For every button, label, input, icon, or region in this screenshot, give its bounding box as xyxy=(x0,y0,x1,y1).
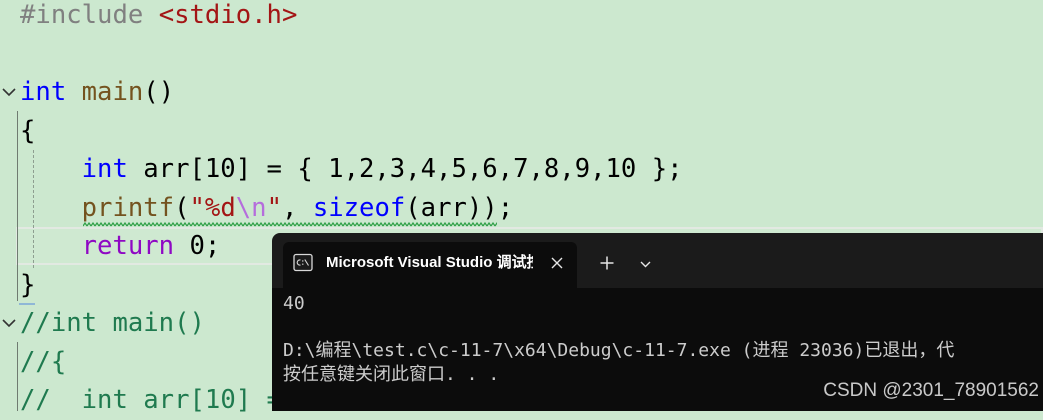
function-name-main: main xyxy=(81,77,144,107)
comment: //{ xyxy=(20,346,67,377)
sizeof-argument: (arr)); xyxy=(405,192,514,223)
plus-icon[interactable] xyxy=(600,256,614,270)
terminal-tab-bar: Microsoft Visual Studio 调试控 xyxy=(272,233,1043,288)
fold-guide-comment xyxy=(17,342,18,411)
keyword-int: int xyxy=(20,77,82,107)
escape-sequence: \n xyxy=(235,192,267,223)
include-header: <stdio.h> xyxy=(158,0,298,30)
comment: //int main() xyxy=(20,308,205,338)
open-brace: { xyxy=(20,115,36,146)
code-line-printf[interactable]: printf("%d\n", sizeof(arr)); xyxy=(20,189,683,228)
tab-title: Microsoft Visual Studio 调试控 xyxy=(326,254,533,271)
fold-guide-main xyxy=(17,111,18,301)
array-declaration: arr[10] = { 1,2,3,4,5,6,7,8,9,10 }; xyxy=(143,154,683,184)
close-brace: } xyxy=(20,269,36,300)
chevron-down-icon[interactable] xyxy=(640,261,651,268)
code-line-blank[interactable] xyxy=(20,35,683,74)
function-name-printf: printf xyxy=(81,192,175,223)
keyword-sizeof: sizeof xyxy=(312,192,406,223)
close-icon[interactable] xyxy=(551,257,563,269)
watermark: CSDN @2301_78901562 xyxy=(823,380,1039,401)
terminal-icon xyxy=(293,253,313,272)
close-prompt: 按任意键关闭此窗口. . . xyxy=(283,363,500,385)
keyword-int: int xyxy=(81,154,144,184)
format-string: "%d xyxy=(189,192,236,223)
program-output: 40 xyxy=(283,293,305,314)
keyword-return: return xyxy=(81,231,190,261)
fold-chevron-icon[interactable] xyxy=(2,88,16,97)
return-value: 0; xyxy=(189,231,221,261)
terminal-tab[interactable]: Microsoft Visual Studio 调试控 xyxy=(283,242,577,288)
string-end-quote: " xyxy=(266,192,282,223)
open-paren: ( xyxy=(174,192,190,223)
fold-chevron-icon[interactable] xyxy=(2,319,16,328)
preprocessor-directive: #include xyxy=(20,0,159,30)
code-line-include[interactable]: #include <stdio.h> xyxy=(20,0,683,35)
code-line-open-brace[interactable]: { xyxy=(20,112,683,151)
parentheses: () xyxy=(143,77,175,107)
argument-separator: , xyxy=(281,192,313,223)
code-line-array[interactable]: int arr[10] = { 1,2,3,4,5,6,7,8,9,10 }; xyxy=(20,150,683,189)
code-line-main[interactable]: int main() xyxy=(20,73,683,112)
exit-message: D:\编程\test.c\c-11-7\x64\Debug\c-11-7.exe… xyxy=(283,340,955,361)
